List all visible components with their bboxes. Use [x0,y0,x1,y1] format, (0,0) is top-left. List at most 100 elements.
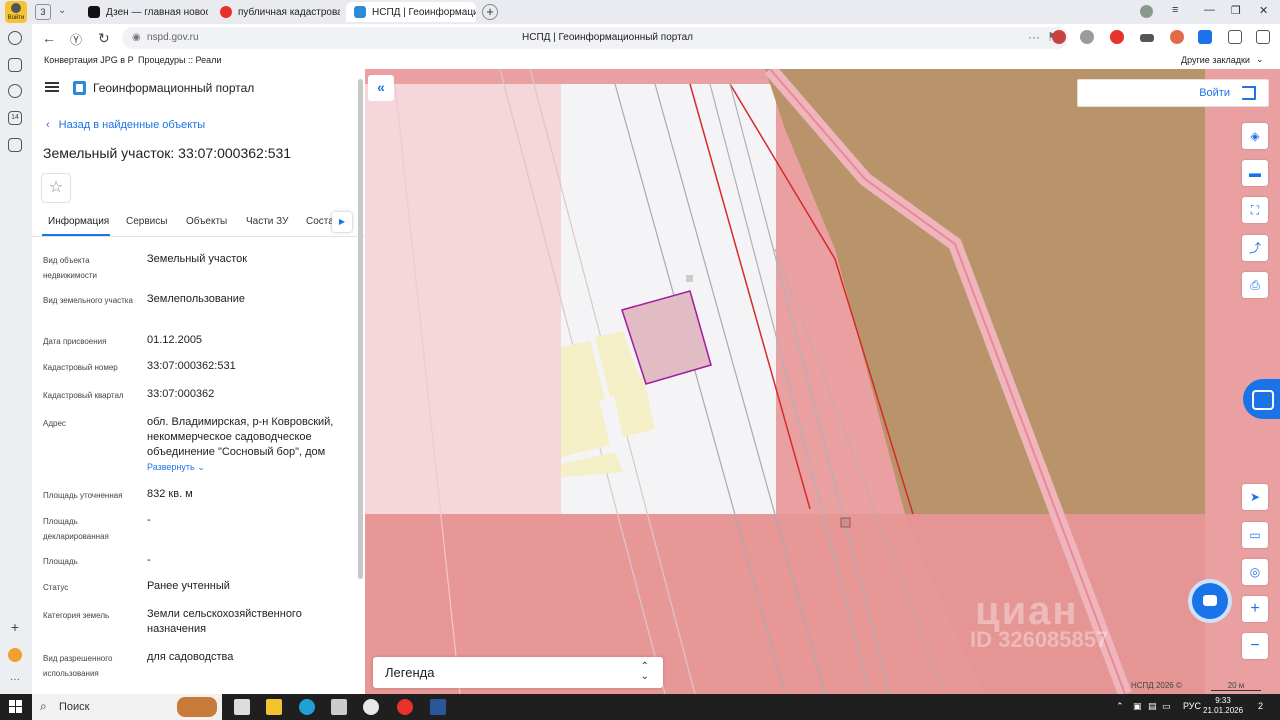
panel-scrollbar[interactable] [357,79,363,689]
calendar-icon[interactable]: 14 [8,111,22,125]
property-label: Площадь [43,557,78,566]
yandex-y-icon[interactable]: Ⓨ [70,31,82,48]
print-button[interactable]: ⎙ [1242,272,1268,298]
chevron-down-icon[interactable]: ⌄ [58,5,66,16]
property-label: Площадь уточненная [43,491,123,500]
date: 21.01.2026 [1203,706,1244,715]
scrollbar-thumb[interactable] [358,79,363,579]
play-icon[interactable] [8,84,22,98]
browser-tab-nspd[interactable]: НСПД | Геоинформаци ✕ [346,2,476,22]
notification-badge[interactable]: 2 [1258,701,1263,711]
browser-tab-cadastral[interactable]: публичная кадастровая [212,2,340,22]
extension-icon[interactable] [1170,30,1184,44]
site-info-icon[interactable]: ◉ [132,32,141,43]
tray-icon[interactable]: ▣ [1133,701,1142,712]
location-search-button[interactable]: ◎ [1242,559,1268,585]
extension-icon[interactable] [1198,30,1212,44]
chevron-left-icon: ‹ [46,119,50,131]
history-icon[interactable] [8,31,22,45]
language-indicator[interactable]: РУС [1183,701,1201,711]
nspd-icon [354,6,366,18]
windows-start-icon[interactable] [9,700,22,713]
bookmark-item[interactable]: Конвертация JPG в Р [44,55,134,65]
close-window-icon[interactable]: ✕ [1259,4,1268,17]
downloads-icon[interactable] [1256,30,1270,44]
property-value: для садоводства [147,651,234,663]
zoom-out-button[interactable]: − [1242,633,1268,659]
login-button[interactable]: Войти [1077,79,1269,107]
file-explorer-icon[interactable] [266,699,282,715]
search-icon: ⌕ [40,699,47,713]
yandex-browser-icon[interactable] [363,699,379,715]
tabs-scroll-right-button[interactable]: ▶ [332,212,352,232]
hamburger-icon[interactable] [45,82,59,92]
favorite-star-button[interactable]: ☆ [41,173,71,203]
avatar[interactable] [1140,5,1153,18]
chat-button[interactable] [1188,579,1232,623]
app-icon[interactable] [8,648,22,662]
scale-bar: 20 м [1211,681,1261,691]
add-icon[interactable]: + [8,620,22,636]
tab-information[interactable]: Информация [48,216,109,227]
area-select-button[interactable]: ⛶ [1242,197,1268,223]
property-label: Вид объекта недвижимости [43,256,97,280]
battery-icon[interactable]: ▭ [1162,701,1171,712]
share-button[interactable]: ⤴ [1242,235,1268,261]
map-canvas[interactable]: циан ID 326085857 « Войти ◈ ▬ ⛶ ⤴ ⎙ ➤ ▭ … [365,69,1280,694]
restore-icon[interactable]: ❐ [1231,4,1241,17]
tab-parts[interactable]: Части ЗУ [246,216,288,227]
extension-icon[interactable] [1228,30,1242,44]
store-icon[interactable] [331,699,347,715]
extension-icon[interactable] [1080,30,1094,44]
property-value: - [147,514,151,526]
taskbar-search[interactable]: ⌕ Поиск [32,694,222,720]
edge-icon[interactable] [299,699,315,715]
geolocate-button[interactable]: ➤ [1242,484,1268,510]
tab-objects[interactable]: Объекты [186,216,227,227]
legend-toggle[interactable]: Легенда ⌃ ⌄ [373,657,663,688]
more-icon[interactable]: ··· [1028,30,1040,44]
word-icon[interactable] [430,699,446,715]
property-label: Кадастровый номер [43,363,118,372]
new-tab-button[interactable]: + [482,4,498,20]
ruler-button[interactable]: ▬ [1242,160,1268,186]
tab-label: НСПД | Геоинформаци [372,6,476,18]
bookmark-item[interactable]: Процедуры :: Реали [138,55,221,65]
property-value: 33:07:000362:531 [147,360,236,372]
reload-icon[interactable]: ↻ [98,30,110,47]
clock[interactable]: 9:33 21.01.2026 [1203,696,1243,716]
more-icon[interactable]: ··· [8,674,22,688]
property-label: Вид разрешенного использования [43,654,113,678]
tray-icon[interactable]: ▤ [1148,701,1157,712]
chevron-up-icon[interactable]: ⌃ [1116,701,1124,712]
profile-avatar[interactable]: Войти [5,1,27,23]
extension-icon[interactable] [1052,30,1066,44]
layers-button[interactable]: ◈ [1242,123,1268,149]
collections-icon[interactable] [8,58,22,72]
menu-icon[interactable]: ≡ [1172,4,1178,16]
chevron-down-icon[interactable]: ⌄ [1256,54,1264,65]
tab-services[interactable]: Сервисы [126,216,167,227]
browser-side-rail: 14 + ··· [0,24,32,694]
back-to-results-link[interactable]: ‹ Назад в найденные объекты [46,119,205,131]
yandex-icon[interactable] [1110,30,1124,44]
extension-icon[interactable] [1140,34,1154,42]
squirrel-widget-icon[interactable] [177,697,217,717]
minimize-icon[interactable]: — [1204,4,1215,16]
browser-tab-dzen[interactable]: Дзен — главная новостн [80,2,208,22]
collapse-panel-button[interactable]: « [368,75,394,101]
expand-icon: ⌃ ⌄ [640,661,649,682]
other-bookmarks[interactable]: Другие закладки [1181,55,1250,65]
tab-count-badge[interactable]: 3 [35,4,51,20]
mail-icon[interactable] [234,699,250,715]
zoom-in-button[interactable]: + [1242,596,1268,622]
url-field[interactable]: ◉ nspd.gov.ru НСПД | Геоинформационный п… [122,27,1068,49]
yandex-icon[interactable] [397,699,413,715]
feedback-fab[interactable] [1243,379,1280,419]
tab-composition[interactable]: Соста [306,216,332,227]
expand-address-link[interactable]: Развернуть ⌄ [147,462,205,473]
back-arrow-icon[interactable]: ← [42,30,56,46]
minimap-button[interactable]: ▭ [1242,522,1268,548]
messenger-icon[interactable] [8,138,22,152]
address-bar: ← Ⓨ ↻ ◉ nspd.gov.ru НСПД | Геоинформацио… [32,24,1280,52]
